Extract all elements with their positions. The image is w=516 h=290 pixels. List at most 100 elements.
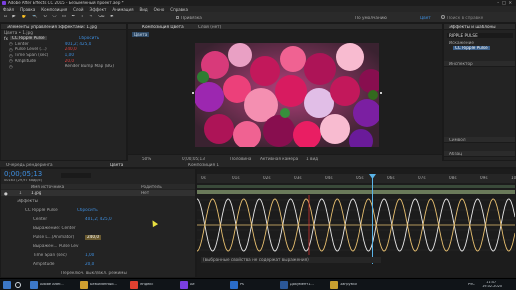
taskbar-app-icon[interactable]: [280, 281, 288, 289]
effect-reset-link[interactable]: Сбросить: [79, 36, 100, 40]
timeline-prop-row[interactable]: Amplitude 20,0: [1, 260, 195, 269]
taskbar-time[interactable]: 11:47: [486, 281, 496, 285]
help-search-input[interactable]: Поиск в справке: [447, 16, 511, 20]
effect-prop-value[interactable]: 240,0: [65, 47, 77, 51]
taskbar-app-label[interactable]: Документ1...: [290, 283, 326, 287]
timeline-prop-value[interactable]: Сбросить: [77, 208, 98, 212]
stopwatch-icon[interactable]: ◷: [9, 47, 13, 52]
stopwatch-icon[interactable]: ◷: [9, 53, 13, 58]
toggle-switches-label[interactable]: Переключ. выкл/вкл. режимы: [61, 271, 127, 275]
taskbar-lang[interactable]: РУС: [468, 283, 475, 287]
timeline-prop-value[interactable]: 401,2; 425,0: [85, 217, 112, 221]
value-graph[interactable]: [197, 195, 515, 255]
timeline-frames: 00163 (29,97 кадр/с): [4, 179, 43, 182]
timeline-timecode[interactable]: 0;00;05;13: [4, 171, 42, 178]
timeline-prop-value[interactable]: 240,0: [85, 235, 101, 240]
timeline-tabs-bar: Очередь рендеринга Цвета Композиция 1: [0, 161, 516, 168]
effects-folder[interactable]: Искажение: [449, 41, 474, 45]
ruler-tick-label: 03s: [294, 176, 302, 180]
taskbar-app-icon[interactable]: [230, 281, 238, 289]
ruler-tick-label: 10s: [511, 176, 516, 180]
workspace-color[interactable]: Цвет: [420, 16, 431, 20]
time-ruler[interactable]: 0s 01s 02s 03s 04s 05s 06s 07s 08s 09s 10s: [197, 174, 516, 183]
parent-select[interactable]: Нет: [141, 191, 149, 195]
tools-toolbar: ⌂ ▶ ✋ 🔍 ↻ ⎔ ▭ ✒ T ✎ ⌫ ✱ Привязка По умол…: [0, 12, 516, 23]
effect-prop-name: Amplitude: [14, 58, 37, 63]
snap-checkbox[interactable]: [176, 16, 179, 19]
timeline-tab-colors[interactable]: Цвета: [110, 163, 123, 167]
timeline-prop-value[interactable]: 1,00: [85, 253, 94, 257]
taskbar-app-label[interactable]: Безымянный...: [90, 283, 126, 287]
taskbar-app-label[interactable]: Ae: [190, 283, 226, 287]
timeline-prop-value[interactable]: 20,0: [85, 262, 94, 266]
comp-viewer-image[interactable]: [195, 43, 379, 147]
taskbar-search-icon[interactable]: [15, 282, 21, 288]
effect-controls-tab[interactable]: Элементы управления эффектами: 1.jpg: [1, 24, 126, 30]
search-icon: [441, 15, 445, 19]
effects-item-ripple-pulse[interactable]: CC Ripple Pulse: [453, 46, 490, 51]
taskbar-app-label[interactable]: Яндекс: [140, 283, 176, 287]
layer-tab[interactable]: Слой (нет): [198, 25, 221, 29]
taskbar-app-icon[interactable]: [80, 281, 88, 289]
window-controls[interactable]: – □ ✕: [497, 1, 512, 5]
stopwatch-icon[interactable]: ◷: [9, 58, 13, 63]
comp-tab[interactable]: Композиция Цвета: [142, 25, 184, 29]
workspace-default[interactable]: По умолчанию: [355, 16, 387, 20]
effects-presets-tab[interactable]: Эффекты и шаблоны: [444, 24, 515, 30]
composition-panel: Композиция Цвета Слой (нет) Цвета 50% 0;…: [127, 23, 443, 161]
eye-icon[interactable]: ●: [4, 191, 8, 196]
taskbar-app-icon[interactable]: [330, 281, 338, 289]
ruler-tick-label: 02s: [263, 176, 271, 180]
stopwatch-icon[interactable]: ◷: [9, 64, 13, 69]
effect-props-list: ◷ Center 401,2; 425,0 ◷ Pulse Level (...) 240…: [1, 41, 126, 69]
stopwatch-icon[interactable]: ◷: [9, 41, 13, 46]
windows-start-icon[interactable]: [3, 281, 11, 289]
inspector-tab[interactable]: Инспектор: [444, 61, 515, 67]
viewer-right-handle[interactable]: [380, 92, 382, 94]
taskbar-app-icon[interactable]: [30, 281, 38, 289]
timeline-prop-row[interactable]: Time Span (sec) 1,00: [1, 251, 195, 260]
timeline-prop-row[interactable]: Эффекты: [1, 197, 195, 206]
effect-prop-value[interactable]: 1,00: [65, 53, 74, 57]
layer-duration-bar[interactable]: [197, 190, 515, 194]
taskbar-date[interactable]: 19.02.2020: [482, 285, 502, 289]
timeline-tab-comp1[interactable]: Композиция 1: [188, 163, 219, 167]
playhead[interactable]: [372, 174, 373, 264]
taskbar-app-label[interactable]: Загрузки: [340, 283, 376, 287]
paragraph-tab[interactable]: Абзац: [444, 151, 515, 157]
taskbar-app-icon[interactable]: [130, 281, 138, 289]
effects-presets-title: Эффекты и шаблоны: [449, 25, 496, 29]
timeline-search-input[interactable]: [61, 173, 91, 178]
comp-subtab[interactable]: Цвета: [132, 32, 150, 37]
viewer-left-handle[interactable]: [192, 92, 194, 94]
effect-prop-value[interactable]: 401,2; 425,0: [65, 42, 92, 46]
timeline-prop-row[interactable]: CC Ripple Pulse Сбросить: [1, 206, 195, 215]
work-area-bar[interactable]: [197, 185, 515, 188]
comp-tabs: Композиция Цвета Слой (нет): [128, 24, 442, 30]
taskbar-app-label[interactable]: Ps: [240, 283, 276, 287]
timeline-prop-name: Выражение: Center: [33, 226, 76, 231]
effects-search-input[interactable]: RIPPLE PULSE: [447, 33, 513, 38]
ruler-tick-label: 05s: [356, 176, 364, 180]
timeline-prop-row[interactable]: Выражение: Center: [1, 224, 195, 233]
layer-index: 1: [19, 191, 22, 195]
render-queue-tab[interactable]: Очередь рендеринга: [6, 163, 53, 167]
timeline-prop-name: Выражен... Pulse Lev: [33, 244, 79, 249]
timeline-prop-row[interactable]: Center 401,2; 425,0: [1, 215, 195, 224]
tool-icons[interactable]: ⌂ ▶ ✋ 🔍 ↻ ⎔ ▭ ✒ T ✎ ⌫ ✱: [4, 15, 116, 20]
taskbar-app-icon[interactable]: [180, 281, 188, 289]
ruler-tick-label: 01s: [232, 176, 240, 180]
layer-row[interactable]: ● 1 1.jpg Нет: [1, 190, 195, 196]
ae-app-icon: [2, 1, 6, 5]
taskbar-app-label[interactable]: Adobe After...: [40, 283, 76, 287]
timeline-prop-row[interactable]: Выражен... Pulse Lev: [1, 242, 195, 251]
effect-prop-value[interactable]: Render Bump Map (BG): [65, 64, 114, 68]
character-tab[interactable]: Символ: [444, 137, 515, 143]
effect-prop-value[interactable]: 20,0: [65, 59, 74, 63]
windows-taskbar: Adobe After... Безымянный... Яндекс Ae Ps Док…: [0, 278, 516, 290]
parent-header: Родитель: [141, 184, 162, 189]
timeline-layers-panel: 0;00;05;13 00163 (29,97 кадр/с) Имя исто…: [0, 168, 196, 278]
timeline-prop-row[interactable]: Pulse L...(Animator) 240,0: [1, 233, 195, 242]
layer-name[interactable]: 1.jpg: [31, 191, 41, 195]
effect-prop-row[interactable]: ◷ Render Bump Map (BG): [1, 64, 126, 70]
